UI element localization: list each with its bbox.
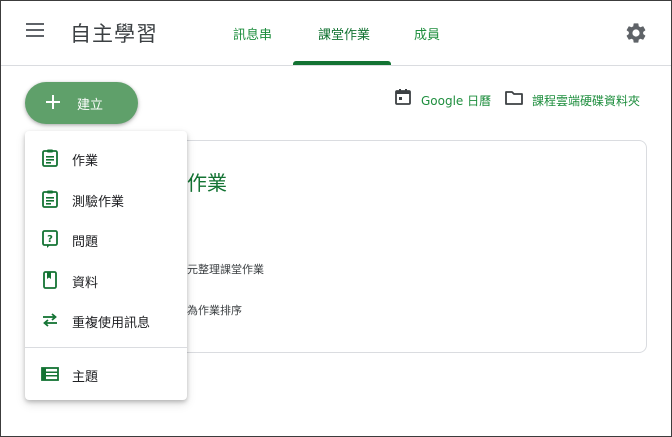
quiz-assignment-icon xyxy=(42,190,58,208)
tab-people[interactable]: 成員 xyxy=(414,24,440,43)
menu-item-label: 測驗作業 xyxy=(72,195,125,210)
card-description-line: 為作業排序 xyxy=(187,304,242,317)
material-icon xyxy=(43,271,57,289)
topic-icon xyxy=(41,367,59,381)
assignment-icon xyxy=(42,149,58,167)
classwork-empty-card xyxy=(166,140,647,353)
tab-stream[interactable]: 訊息串 xyxy=(233,24,272,43)
active-tab-indicator xyxy=(293,61,391,65)
settings-gear-icon[interactable] xyxy=(624,21,648,45)
menu-item-label: 作業 xyxy=(72,154,99,169)
create-button[interactable]: 建立 xyxy=(25,82,138,124)
question-icon: ? xyxy=(42,230,58,248)
main-menu-icon[interactable] xyxy=(26,23,44,37)
menu-divider xyxy=(25,347,187,348)
create-button-label: 建立 xyxy=(77,98,104,113)
class-title: 自主學習 xyxy=(70,22,158,46)
menu-item-topic[interactable]: 主題 xyxy=(25,355,187,393)
svg-text:?: ? xyxy=(47,234,53,245)
menu-item-label: 重複使用訊息 xyxy=(72,316,151,331)
menu-item-quiz-assignment[interactable]: 測驗作業 xyxy=(25,180,187,218)
top-app-bar: 自主學習 訊息串 課堂作業 成員 xyxy=(0,0,672,66)
reuse-post-icon xyxy=(43,313,57,327)
menu-item-label: 主題 xyxy=(72,370,99,385)
card-description-line: 元整理課堂作業 xyxy=(187,263,264,276)
menu-item-reuse-post[interactable]: 重複使用訊息 xyxy=(25,301,187,339)
calendar-icon[interactable] xyxy=(394,88,412,106)
google-calendar-link[interactable]: Google 日曆 xyxy=(421,92,491,109)
class-drive-folder-link[interactable]: 課程雲端硬碟資料夾 xyxy=(532,92,640,109)
menu-item-label: 資料 xyxy=(72,276,99,291)
menu-item-question[interactable]: ? 問題 xyxy=(25,220,187,258)
card-title: 作業 xyxy=(187,171,227,195)
menu-item-label: 問題 xyxy=(72,235,99,250)
folder-icon[interactable] xyxy=(504,89,524,107)
plus-icon xyxy=(46,95,60,109)
menu-item-assignment[interactable]: 作業 xyxy=(25,139,187,177)
tab-classwork[interactable]: 課堂作業 xyxy=(318,24,370,43)
menu-item-material[interactable]: 資料 xyxy=(25,261,187,299)
create-menu: 作業 測驗作業 ? 問題 資料 重複使用訊息 主題 xyxy=(25,131,187,400)
